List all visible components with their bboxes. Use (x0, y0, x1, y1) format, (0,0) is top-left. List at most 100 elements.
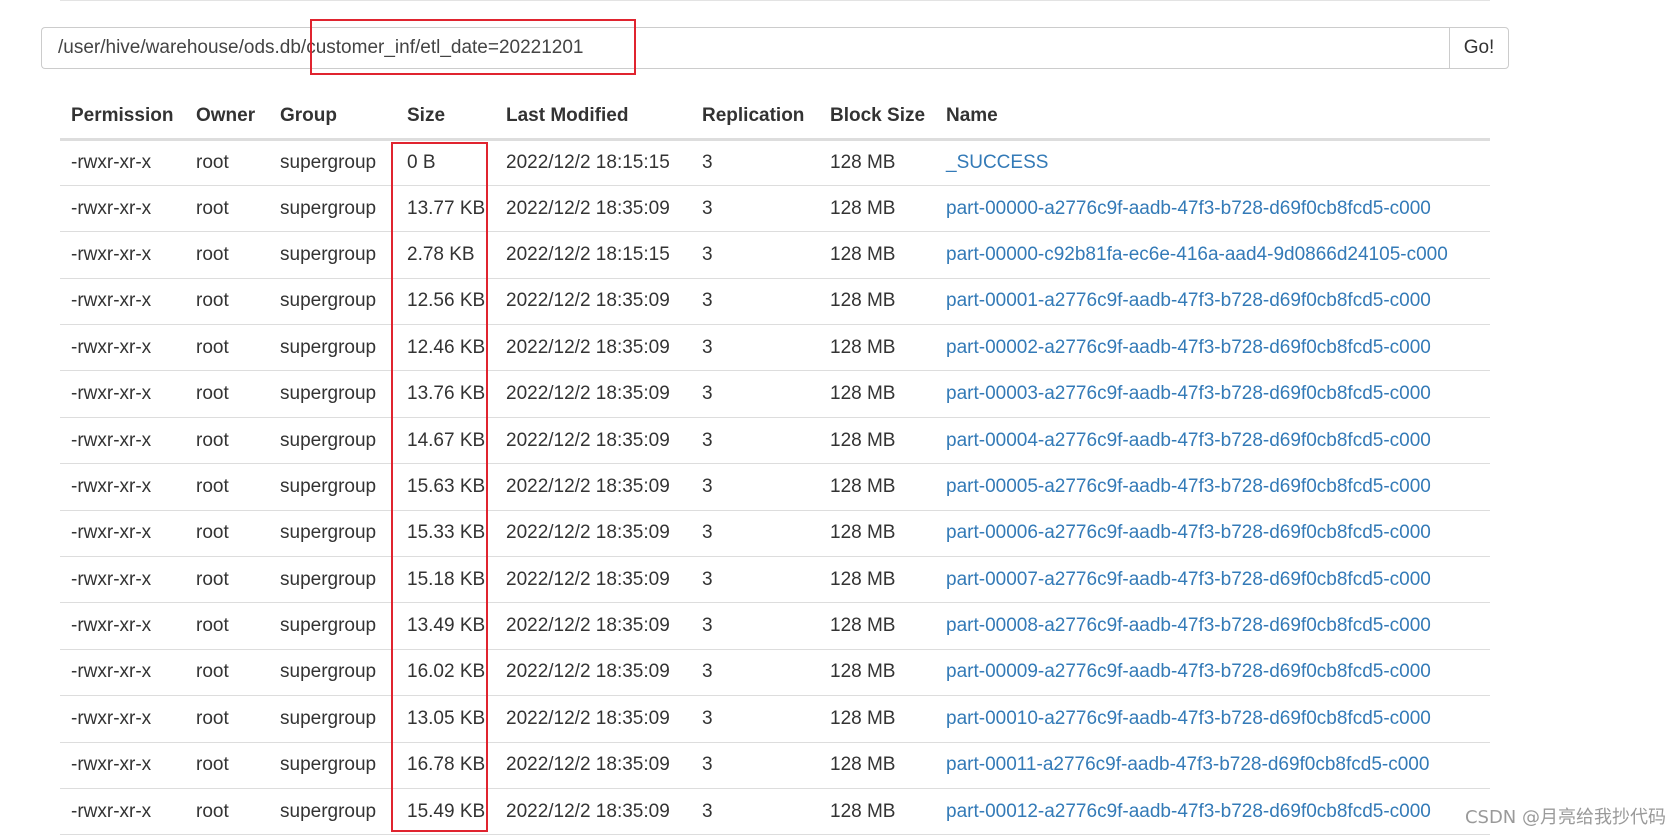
cell-group: supergroup (269, 231, 396, 279)
cell-permission: -rwxr-xr-x (60, 649, 185, 697)
table-row: -rwxr-xr-x root supergroup 13.76 KB 2022/12/… (60, 370, 1490, 418)
cell-block-size: 128 MB (819, 231, 935, 279)
table-row: -rwxr-xr-x root supergroup 13.05 KB 2022/12/… (60, 695, 1490, 743)
cell-size: 14.67 KB (396, 417, 495, 465)
file-link[interactable]: _SUCCESS (946, 152, 1048, 173)
cell-group: supergroup (269, 463, 396, 511)
file-link[interactable]: part-00009-a2776c9f-aadb-47f3-b728-d69f0… (946, 661, 1431, 682)
cell-permission: -rwxr-xr-x (60, 370, 185, 418)
table-row: -rwxr-xr-x root supergroup 12.56 KB 2022/12/… (60, 278, 1490, 326)
header-name[interactable]: Name (935, 94, 1490, 141)
table-row: -rwxr-xr-x root supergroup 15.18 KB 2022/12/… (60, 556, 1490, 604)
table-row: -rwxr-xr-x root supergroup 16.78 KB 2022/12/… (60, 742, 1490, 789)
cell-group: supergroup (269, 695, 396, 743)
file-link[interactable]: part-00006-a2776c9f-aadb-47f3-b728-d69f0… (946, 522, 1431, 543)
cell-owner: root (185, 695, 269, 743)
file-link[interactable]: part-00002-a2776c9f-aadb-47f3-b728-d69f0… (946, 337, 1431, 358)
cell-owner: root (185, 556, 269, 604)
header-block-size[interactable]: Block Size (819, 94, 935, 141)
cell-permission: -rwxr-xr-x (60, 556, 185, 604)
cell-permission: -rwxr-xr-x (60, 602, 185, 650)
cell-group: supergroup (269, 324, 396, 372)
cell-size: 13.49 KB (396, 602, 495, 650)
cell-replication: 3 (691, 278, 819, 326)
file-link[interactable]: part-00008-a2776c9f-aadb-47f3-b728-d69f0… (946, 615, 1431, 636)
file-link[interactable]: part-00001-a2776c9f-aadb-47f3-b728-d69f0… (946, 290, 1431, 311)
cell-owner: root (185, 417, 269, 465)
cell-permission: -rwxr-xr-x (60, 788, 185, 836)
cell-owner: root (185, 463, 269, 511)
directory-path-input[interactable] (41, 27, 1449, 69)
top-divider (60, 0, 1490, 1)
cell-owner: root (185, 185, 269, 233)
header-owner[interactable]: Owner (185, 94, 269, 141)
cell-size: 12.46 KB (396, 324, 495, 372)
cell-last-modified: 2022/12/2 18:35:09 (495, 510, 691, 558)
cell-replication: 3 (691, 556, 819, 604)
table-row: -rwxr-xr-x root supergroup 2.78 KB 2022/12/2… (60, 231, 1490, 279)
cell-size: 13.77 KB (396, 185, 495, 233)
cell-permission: -rwxr-xr-x (60, 510, 185, 558)
file-link[interactable]: part-00000-a2776c9f-aadb-47f3-b728-d69f0… (946, 198, 1431, 219)
cell-block-size: 128 MB (819, 370, 935, 418)
header-size[interactable]: Size (396, 94, 495, 141)
cell-group: supergroup (269, 185, 396, 233)
cell-size: 15.18 KB (396, 556, 495, 604)
cell-size: 15.49 KB (396, 788, 495, 836)
cell-name: part-00007-a2776c9f-aadb-47f3-b728-d69f0… (935, 556, 1490, 604)
table-header-row: Permission Owner Group Size Last Modifie… (60, 94, 1490, 141)
file-link[interactable]: part-00007-a2776c9f-aadb-47f3-b728-d69f0… (946, 569, 1431, 590)
cell-last-modified: 2022/12/2 18:35:09 (495, 742, 691, 789)
cell-name: part-00004-a2776c9f-aadb-47f3-b728-d69f0… (935, 417, 1490, 465)
cell-name: part-00001-a2776c9f-aadb-47f3-b728-d69f0… (935, 278, 1490, 326)
cell-last-modified: 2022/12/2 18:35:09 (495, 602, 691, 650)
cell-permission: -rwxr-xr-x (60, 463, 185, 511)
go-button[interactable]: Go! (1449, 27, 1509, 69)
header-replication[interactable]: Replication (691, 94, 819, 141)
cell-size: 16.78 KB (396, 742, 495, 789)
cell-size: 0 B (396, 139, 495, 186)
cell-owner: root (185, 324, 269, 372)
cell-group: supergroup (269, 788, 396, 836)
cell-size: 13.76 KB (396, 370, 495, 418)
file-link[interactable]: part-00011-a2776c9f-aadb-47f3-b728-d69f0… (946, 754, 1429, 775)
cell-replication: 3 (691, 417, 819, 465)
cell-replication: 3 (691, 788, 819, 836)
cell-last-modified: 2022/12/2 18:35:09 (495, 324, 691, 372)
cell-last-modified: 2022/12/2 18:35:09 (495, 185, 691, 233)
cell-replication: 3 (691, 185, 819, 233)
cell-owner: root (185, 602, 269, 650)
cell-permission: -rwxr-xr-x (60, 695, 185, 743)
cell-name: part-00012-a2776c9f-aadb-47f3-b728-d69f0… (935, 788, 1490, 836)
cell-permission: -rwxr-xr-x (60, 278, 185, 326)
cell-block-size: 128 MB (819, 139, 935, 186)
cell-replication: 3 (691, 602, 819, 650)
file-link[interactable]: part-00005-a2776c9f-aadb-47f3-b728-d69f0… (946, 476, 1431, 497)
file-link[interactable]: part-00004-a2776c9f-aadb-47f3-b728-d69f0… (946, 430, 1431, 451)
cell-group: supergroup (269, 510, 396, 558)
cell-block-size: 128 MB (819, 742, 935, 789)
cell-block-size: 128 MB (819, 463, 935, 511)
cell-name: part-00000-a2776c9f-aadb-47f3-b728-d69f0… (935, 185, 1490, 233)
file-link[interactable]: part-00010-a2776c9f-aadb-47f3-b728-d69f0… (946, 708, 1431, 729)
cell-last-modified: 2022/12/2 18:35:09 (495, 649, 691, 697)
cell-permission: -rwxr-xr-x (60, 231, 185, 279)
cell-name: _SUCCESS (935, 139, 1490, 186)
cell-group: supergroup (269, 139, 396, 186)
file-link[interactable]: part-00012-a2776c9f-aadb-47f3-b728-d69f0… (946, 801, 1431, 822)
cell-last-modified: 2022/12/2 18:15:15 (495, 231, 691, 279)
cell-permission: -rwxr-xr-x (60, 417, 185, 465)
cell-size: 16.02 KB (396, 649, 495, 697)
cell-size: 2.78 KB (396, 231, 495, 279)
cell-permission: -rwxr-xr-x (60, 324, 185, 372)
header-group[interactable]: Group (269, 94, 396, 141)
header-permission[interactable]: Permission (60, 94, 185, 141)
cell-last-modified: 2022/12/2 18:35:09 (495, 417, 691, 465)
table-row: -rwxr-xr-x root supergroup 0 B 2022/12/2 18:… (60, 139, 1490, 186)
cell-name: part-00005-a2776c9f-aadb-47f3-b728-d69f0… (935, 463, 1490, 511)
cell-block-size: 128 MB (819, 278, 935, 326)
file-link[interactable]: part-00000-c92b81fa-ec6e-416a-aad4-9d086… (946, 244, 1448, 265)
header-last-modified[interactable]: Last Modified (495, 94, 691, 141)
file-link[interactable]: part-00003-a2776c9f-aadb-47f3-b728-d69f0… (946, 383, 1431, 404)
table-row: -rwxr-xr-x root supergroup 16.02 KB 2022/12/… (60, 649, 1490, 697)
